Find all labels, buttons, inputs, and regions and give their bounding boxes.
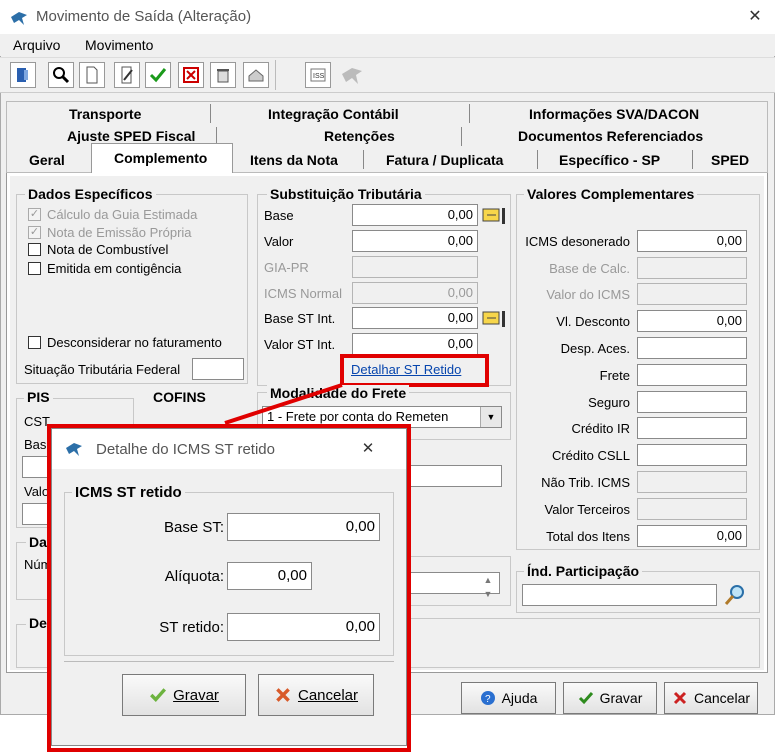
cancel-x-icon bbox=[276, 688, 290, 702]
close-icon[interactable]: ✕ bbox=[358, 439, 378, 459]
dialog-title-bar: Detalhe do ICMS ST retido ✕ bbox=[52, 429, 406, 469]
aliquota-field[interactable]: 0,00 bbox=[227, 562, 312, 590]
legend-icms-st-retido: ICMS ST retido bbox=[72, 484, 185, 501]
dialog-cancel-label: Cancelar bbox=[297, 686, 359, 704]
app-bird-icon bbox=[66, 443, 82, 456]
dialog-title: Detalhe do ICMS ST retido bbox=[96, 441, 275, 458]
dialog-cancel-button[interactable]: Cancelar bbox=[258, 674, 374, 716]
st-retido-field[interactable]: 0,00 bbox=[227, 613, 380, 641]
base-st-field[interactable]: 0,00 bbox=[227, 513, 380, 541]
dialog-save-button[interactable]: Gravar bbox=[122, 674, 246, 716]
dialog-separator bbox=[64, 661, 394, 662]
dialog-icms-st-retido: Detalhe do ICMS ST retido ✕ ICMS ST reti… bbox=[51, 428, 407, 746]
check-icon bbox=[150, 688, 167, 702]
label-base-st: Base ST: bbox=[163, 519, 224, 536]
dialog-save-label: Gravar bbox=[173, 686, 219, 704]
label-st-retido: ST retido: bbox=[159, 619, 224, 636]
label-aliquota: Alíquota: bbox=[164, 568, 224, 585]
